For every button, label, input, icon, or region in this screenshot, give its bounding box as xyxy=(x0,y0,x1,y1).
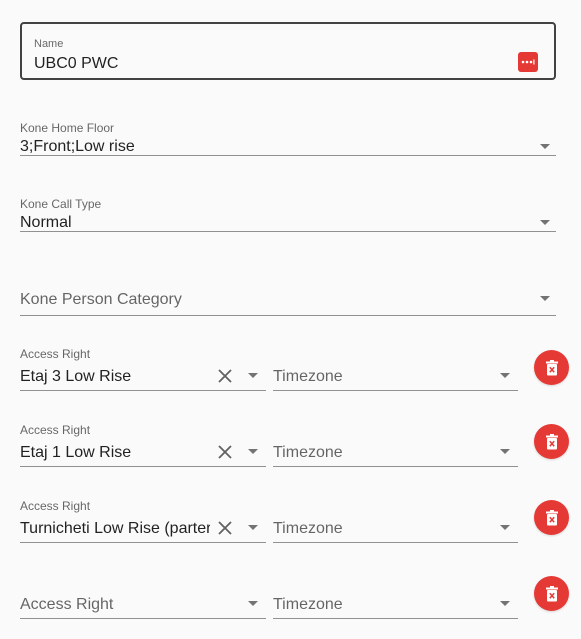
chevron-down-icon[interactable] xyxy=(248,373,258,378)
kone-person-category-placeholder: Kone Person Category xyxy=(20,291,182,308)
kone-home-floor-label: Kone Home Floor xyxy=(20,121,115,135)
delete-icon xyxy=(545,585,558,601)
access-right-select[interactable]: Access Right xyxy=(20,576,266,619)
chevron-down-icon[interactable] xyxy=(540,296,550,301)
access-right-placeholder: Access Right xyxy=(20,596,114,613)
access-right-label: Access Right xyxy=(20,423,91,437)
name-field[interactable]: Name UBC0 PWC xyxy=(20,22,556,80)
chevron-down-icon[interactable] xyxy=(500,373,510,378)
access-right-value: Etaj 3 Low Rise xyxy=(20,368,132,385)
access-right-label: Access Right xyxy=(20,347,91,361)
timezone-placeholder: Timezone xyxy=(273,520,343,537)
chevron-down-icon[interactable] xyxy=(500,601,510,606)
kone-home-floor-value: 3;Front;Low rise xyxy=(20,138,135,155)
close-icon[interactable] xyxy=(217,444,233,460)
access-right-value: Turnicheti Low Rise (parter xyxy=(20,520,210,537)
timezone-select[interactable]: Timezone xyxy=(273,348,518,391)
close-icon[interactable] xyxy=(217,520,233,536)
access-right-value: Etaj 1 Low Rise xyxy=(20,444,132,461)
name-label: Name xyxy=(34,38,64,50)
name-value[interactable]: UBC0 PWC xyxy=(34,54,118,74)
close-icon[interactable] xyxy=(217,368,233,384)
kone-call-type-select[interactable]: Kone Call Type Normal xyxy=(20,198,556,232)
delete-access-right-button[interactable] xyxy=(534,350,569,385)
password-dots-icon[interactable] xyxy=(518,52,538,72)
timezone-select[interactable]: Timezone xyxy=(273,424,518,467)
access-right-label: Access Right xyxy=(20,499,91,513)
chevron-down-icon[interactable] xyxy=(540,220,550,225)
chevron-down-icon[interactable] xyxy=(248,525,258,530)
access-right-select[interactable]: Access Right Turnicheti Low Rise (parter xyxy=(20,500,266,543)
kone-call-type-label: Kone Call Type xyxy=(20,197,102,211)
delete-icon xyxy=(545,433,558,449)
chevron-down-icon[interactable] xyxy=(248,449,258,454)
timezone-placeholder: Timezone xyxy=(273,444,343,461)
access-right-select[interactable]: Access Right Etaj 3 Low Rise xyxy=(20,348,266,391)
timezone-placeholder: Timezone xyxy=(273,368,343,385)
chevron-down-icon[interactable] xyxy=(540,144,550,149)
delete-access-right-button[interactable] xyxy=(534,576,569,611)
kone-home-floor-select[interactable]: Kone Home Floor 3;Front;Low rise xyxy=(20,122,556,156)
chevron-down-icon[interactable] xyxy=(500,525,510,530)
delete-icon xyxy=(545,359,558,375)
timezone-select[interactable]: Timezone xyxy=(273,576,518,619)
access-form: Name UBC0 PWC Kone Home Floor 3;Front;Lo… xyxy=(0,0,581,639)
delete-access-right-button[interactable] xyxy=(534,500,569,535)
timezone-placeholder: Timezone xyxy=(273,596,343,613)
chevron-down-icon[interactable] xyxy=(248,601,258,606)
access-right-select[interactable]: Access Right Etaj 1 Low Rise xyxy=(20,424,266,467)
timezone-select[interactable]: Timezone xyxy=(273,500,518,543)
delete-access-right-button[interactable] xyxy=(534,424,569,459)
kone-call-type-value: Normal xyxy=(20,214,72,231)
delete-icon xyxy=(545,509,558,525)
chevron-down-icon[interactable] xyxy=(500,449,510,454)
kone-person-category-select[interactable]: Kone Person Category xyxy=(20,282,556,316)
